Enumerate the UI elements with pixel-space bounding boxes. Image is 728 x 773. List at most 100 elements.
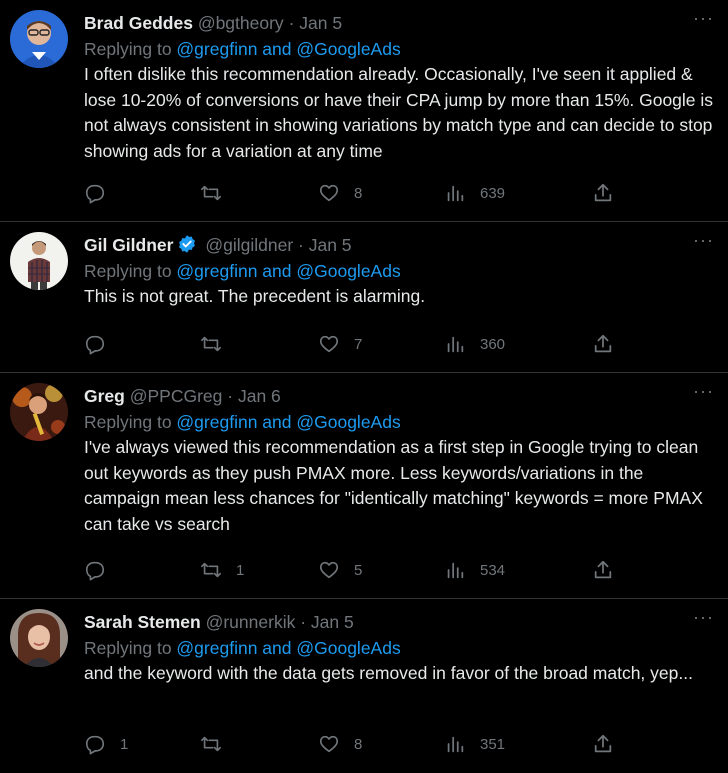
user-handle[interactable]: @runnerkik [206,612,296,632]
share-button[interactable] [592,333,614,355]
user-handle[interactable]: @PPCGreg [130,386,223,406]
retweet-button[interactable]: 1 [200,559,244,581]
tweet-text: and the keyword with the data gets remov… [84,663,693,683]
replying-to-label: Replying to [84,261,177,281]
display-name[interactable]: Greg [84,386,125,406]
views-count: 534 [480,561,506,579]
share-button[interactable] [592,733,614,755]
heart-icon [319,735,339,753]
reply-button[interactable] [84,182,120,204]
heart-icon [319,184,339,202]
reply-timeline: ··· Brad Geddes @bgtheory · Jan 5 Replyi… [0,0,728,766]
reply-icon [85,561,105,581]
retweet-icon [201,336,221,352]
share-button[interactable] [592,182,614,204]
replying-to: Replying to @gregfinn and @GoogleAds [84,409,716,435]
like-button[interactable]: 7 [318,333,362,355]
display-name[interactable]: Brad Geddes [84,13,193,33]
tweet-date[interactable]: Jan 5 [309,235,352,255]
heart-icon [319,561,339,579]
display-name[interactable]: Gil Gildner [84,235,173,255]
reply-icon [85,184,105,204]
user-handle[interactable]: @gilgildner [205,235,293,255]
views-button[interactable]: 639 [444,182,505,204]
separator-dot: · [227,386,234,406]
like-count: 7 [354,335,363,353]
replying-to-label: Replying to [84,412,177,432]
retweet-button[interactable] [200,182,236,204]
like-count: 8 [354,735,363,753]
reply-button[interactable] [84,559,120,581]
views-count: 360 [480,335,506,353]
tweet-header: Greg @PPCGreg · Jan 6 [84,383,716,409]
retweet-button[interactable] [200,333,236,355]
display-name[interactable]: Sarah Stemen [84,612,201,632]
verified-badge-icon [179,235,196,253]
views-button[interactable]: 360 [444,333,505,355]
share-button[interactable] [592,559,614,581]
replying-to-mentions[interactable]: @gregfinn and @GoogleAds [176,638,400,658]
like-count: 8 [354,184,363,202]
tweet[interactable]: ··· Greg @PPCGreg · Jan 6 Replying to @g… [0,373,728,599]
more-options-icon[interactable]: ··· [693,607,714,627]
views-chart-icon [447,185,464,202]
tweet[interactable]: ··· Sarah Stemen @runnerkik · Jan 5 Repl… [0,599,728,766]
replying-to-label: Replying to [84,638,177,658]
replying-to-mentions[interactable]: @gregfinn and @GoogleAds [176,412,400,432]
avatar[interactable] [10,232,68,290]
separator-dot: · [288,13,295,33]
tweet-text: I've always viewed this recommendation a… [84,437,703,534]
tweet-actions: 1 5 534 [0,547,644,599]
avatar[interactable] [10,10,68,68]
views-count: 351 [480,735,506,753]
replying-to: Replying to @gregfinn and @GoogleAds [84,635,716,661]
replying-to: Replying to @gregfinn and @GoogleAds [84,36,716,62]
reply-button[interactable]: 1 [84,733,128,755]
replying-to-label: Replying to [84,39,177,59]
retweet-button[interactable] [200,733,236,755]
avatar[interactable] [10,609,68,667]
retweet-icon [201,736,221,752]
tweet[interactable]: ··· Gil Gildner @gilgildner · Jan 5 Repl… [0,222,728,373]
tweet[interactable]: ··· Brad Geddes @bgtheory · Jan 5 Replyi… [0,0,728,222]
separator-dot: · [298,235,304,255]
tweet-date[interactable]: Jan 6 [238,386,281,406]
retweet-icon [201,185,221,201]
tweet-actions: 8 639 [0,170,644,222]
tweet-header: Brad Geddes @bgtheory · Jan 5 [84,10,716,36]
views-chart-icon [447,736,464,753]
separator-dot: · [300,612,307,632]
avatar[interactable] [10,383,68,441]
like-button[interactable]: 5 [318,559,362,581]
replying-to-mentions[interactable]: @gregfinn and @GoogleAds [176,39,400,59]
retweet-count: 1 [236,561,245,579]
more-options-icon[interactable]: ··· [693,230,714,250]
tweet-header: Gil Gildner @gilgildner · Jan 5 [84,232,716,258]
views-count: 639 [480,184,506,202]
tweet-text: This is not great. The precedent is alar… [84,286,426,306]
tweet-actions: 1 8 351 [0,721,644,773]
views-button[interactable]: 351 [444,733,505,755]
reply-button[interactable] [84,333,120,355]
reply-count: 1 [120,735,129,753]
tweet-date[interactable]: Jan 5 [299,13,342,33]
views-chart-icon [447,336,464,353]
replying-to: Replying to @gregfinn and @GoogleAds [84,258,716,284]
more-options-icon[interactable]: ··· [693,8,714,28]
more-options-icon[interactable]: ··· [693,381,714,401]
replying-to-mentions[interactable]: @gregfinn and @GoogleAds [176,261,400,281]
like-button[interactable]: 8 [318,182,362,204]
views-button[interactable]: 534 [444,559,505,581]
heart-icon [319,335,339,353]
retweet-icon [201,562,221,578]
tweet-text: I often dislike this recommendation alre… [84,64,714,161]
share-icon [594,334,612,353]
share-icon [594,734,612,753]
tweet-header: Sarah Stemen @runnerkik · Jan 5 [84,609,716,635]
like-button[interactable]: 8 [318,733,362,755]
user-handle[interactable]: @bgtheory [198,13,284,33]
reply-icon [85,735,105,755]
share-icon [594,560,612,579]
tweet-actions: 7 360 [0,321,644,373]
tweet-date[interactable]: Jan 5 [311,612,354,632]
